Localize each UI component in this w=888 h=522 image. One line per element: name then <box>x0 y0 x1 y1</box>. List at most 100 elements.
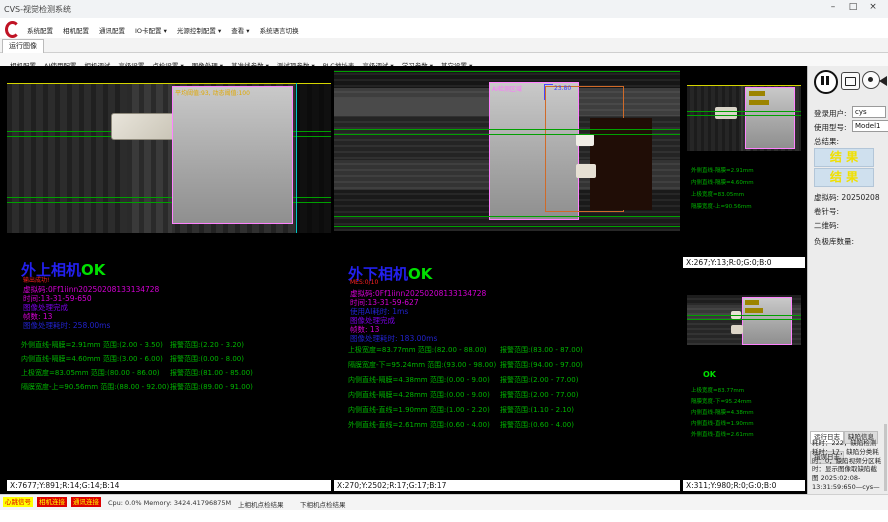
qr-code-label: 二维码: <box>814 220 839 231</box>
measurement: 内侧直线-直线=1.90mm 范围:(1.00 - 2.20) <box>348 405 490 415</box>
threshold-mark <box>749 91 765 96</box>
roi-rect <box>745 87 795 149</box>
upper-camera-spotcheck: 上相机点检结果 <box>238 499 284 509</box>
menu-bar: 系统配置相机配置通讯配置IO卡配置 ▾光源控制配置 ▾查看 ▾系统语言切换 <box>0 18 888 38</box>
glint <box>576 164 596 178</box>
camera1-coords: X:7677;Y:891;R:14;G:14;B:14 <box>7 480 331 491</box>
tab-bar: 运行图像 <box>0 38 888 53</box>
thumb1-coords: X:267;Y:13;R:0;G:0;B:0 <box>683 257 805 268</box>
camera2-elapsed: 图像处理耗时: 183.00ms <box>350 333 437 344</box>
alarm-range: 报警范围:(2.00 - 77.00) <box>500 390 578 400</box>
record-button[interactable] <box>862 71 880 89</box>
camera1-ok: OK <box>81 261 105 279</box>
green-line <box>687 315 801 316</box>
app-logo-icon <box>5 21 20 38</box>
cyan-line <box>296 83 297 233</box>
camera2-coords: X:270;Y:2502;R:17;G:17;B:17 <box>334 480 680 491</box>
window-title: CVS-视觉检测系统 <box>4 4 71 15</box>
minimize-button[interactable]: – <box>824 2 842 12</box>
yellow-line <box>687 85 801 86</box>
threshold-mark <box>749 100 769 105</box>
alarm-range: 报警范围:(83.00 - 87.00) <box>500 345 583 355</box>
green-line <box>687 115 801 116</box>
measurement: 隔膜宽度-下=95.24mm 范围:(93.00 - 98.00) <box>348 360 496 370</box>
alarm-range: 报警范围:(89.00 - 91.00) <box>170 382 253 392</box>
thumb2-text: 内侧直线-直线=1.90mm <box>691 419 754 427</box>
close-button[interactable]: × <box>864 2 882 12</box>
measurement: 上极宽度=83.77mm 范围:(82.00 - 88.00) <box>348 345 487 355</box>
measurement: 外侧直线-直线=2.61mm 范围:(0.60 - 4.00) <box>348 420 490 430</box>
alarm-range: 报警范围:(0.00 - 8.00) <box>170 354 244 364</box>
alarm-range: 报警范围:(2.20 - 3.20) <box>170 340 244 350</box>
title-bar: CVS-视觉检测系统 – □ × <box>0 0 888 19</box>
thumb1-text: 隔膜宽度-上=90.56mm <box>691 202 752 210</box>
thumb1-image[interactable] <box>687 85 801 151</box>
camera1-elapsed: 图像处理耗时: 258.00ms <box>23 320 110 331</box>
camera-link-badge: 相机连接 <box>37 497 67 507</box>
status-bar: 心跳信号 相机连接 通讯连接 Cpu: 0.0% Memory: 3424.41… <box>0 494 888 510</box>
negative-count-label: 负极库数量: <box>814 236 854 247</box>
log-scrollbar[interactable] <box>884 424 887 491</box>
log-text: 耗时：222，缺陷检测耗时：17，缺陷分类耗时：0，缺陷视频分区耗时：显示图像取… <box>812 439 882 491</box>
thumb1-text: 外侧直线-隔膜=2.91mm <box>691 166 754 174</box>
toolbar: 相机配置AI使用配置相机调试高级设置点检设置 ▾图像处理 ▾基准线参数 ▾测试项… <box>0 53 888 67</box>
machine-dark-block <box>590 118 652 210</box>
pin-number-label: 卷针号: <box>814 206 839 217</box>
thumb1-text: 内侧直线-隔膜=4.60mm <box>691 178 754 186</box>
thumb2-ok: OK <box>703 370 716 379</box>
cpu-memory-status: Cpu: 0.0% Memory: 3424.41796875M <box>108 499 231 507</box>
measure-bracket <box>544 84 553 100</box>
pause-icon <box>821 76 824 85</box>
thumb2-text: 内侧直线-隔膜=4.38mm <box>691 408 754 416</box>
measurement: 内侧直线-隔膜=4.38mm 范围:(0.00 - 9.00) <box>348 375 490 385</box>
threshold-mark <box>745 308 763 313</box>
alarm-range: 报警范围:(1.10 - 2.10) <box>500 405 574 415</box>
camera2-mes-status: MES:0/10 <box>350 279 378 286</box>
main-area: 平均阈值:93, 动态阈值:100 外上相机OK 输出成功! 虚拟码:0Ff1i… <box>0 66 888 494</box>
alarm-range: 报警范围:(0.60 - 4.00) <box>500 420 574 430</box>
alarm-range: 报警范围:(81.00 - 85.00) <box>170 368 253 378</box>
roi-rect <box>172 86 293 224</box>
thumb2-text: 上极宽度=83.77mm <box>691 386 744 394</box>
model-field[interactable]: Model1 <box>852 120 888 132</box>
thumb2-image[interactable] <box>687 295 801 345</box>
maximize-button[interactable]: □ <box>844 2 862 12</box>
record-dot-icon <box>868 77 873 82</box>
result-box-1: 结 果 <box>814 148 874 167</box>
measure-value: 23.80 <box>554 85 571 92</box>
snapshot-button[interactable] <box>841 72 860 90</box>
threshold-overlay: 平均阈值:93, 动态阈值:100 <box>175 88 250 97</box>
thumb2-panel: OK 上极宽度=83.77mm 隔膜宽度-下=95.24mm 内侧直线-隔膜=4… <box>683 270 805 491</box>
tab-run-image[interactable]: 运行图像 <box>2 39 44 53</box>
threshold-mark <box>745 300 759 305</box>
yellow-line <box>7 83 331 84</box>
login-user-label: 登录用户: <box>814 108 847 119</box>
thumb1-text: 上极宽度=83.05mm <box>691 190 744 198</box>
pause-icon <box>826 76 829 85</box>
green-line <box>334 134 680 135</box>
camera2-image[interactable]: AI检测区域 23.80 <box>334 70 680 231</box>
measurement: 上极宽度=83.05mm 范围:(80.00 - 86.00) <box>21 368 160 378</box>
green-line <box>334 226 680 227</box>
speaker-button[interactable] <box>879 72 888 88</box>
thumb2-coords: X:311;Y:980;R:0;G:0;B:0 <box>683 480 805 491</box>
green-line <box>687 319 801 320</box>
thumb2-text: 隔膜宽度-下=95.24mm <box>691 397 752 405</box>
camera1-image[interactable]: 平均阈值:93, 动态阈值:100 <box>7 83 331 233</box>
green-line <box>334 71 680 72</box>
measurement: 隔膜宽度-上=90.56mm 范围:(88.00 - 92.00) <box>21 382 169 392</box>
green-line <box>687 111 801 112</box>
heartbeat-badge: 心跳信号 <box>3 497 33 507</box>
ai-region-label: AI检测区域 <box>492 84 522 93</box>
model-label: 使用型号: <box>814 122 847 133</box>
measurement: 外侧直线-隔膜=2.91mm 范围:(2.00 - 3.50) <box>21 340 163 350</box>
camera-icon <box>845 77 856 86</box>
total-result-label: 总结果: <box>814 136 839 147</box>
pause-button[interactable] <box>814 70 838 94</box>
green-line <box>334 216 680 217</box>
machine-band <box>334 98 494 116</box>
camera1-mes-status: 输出成功! <box>23 275 49 284</box>
camera2-ok: OK <box>408 265 432 283</box>
thumb2-text: 外侧直线-直线=2.61mm <box>691 430 754 438</box>
login-user-field[interactable]: cys <box>852 106 886 118</box>
